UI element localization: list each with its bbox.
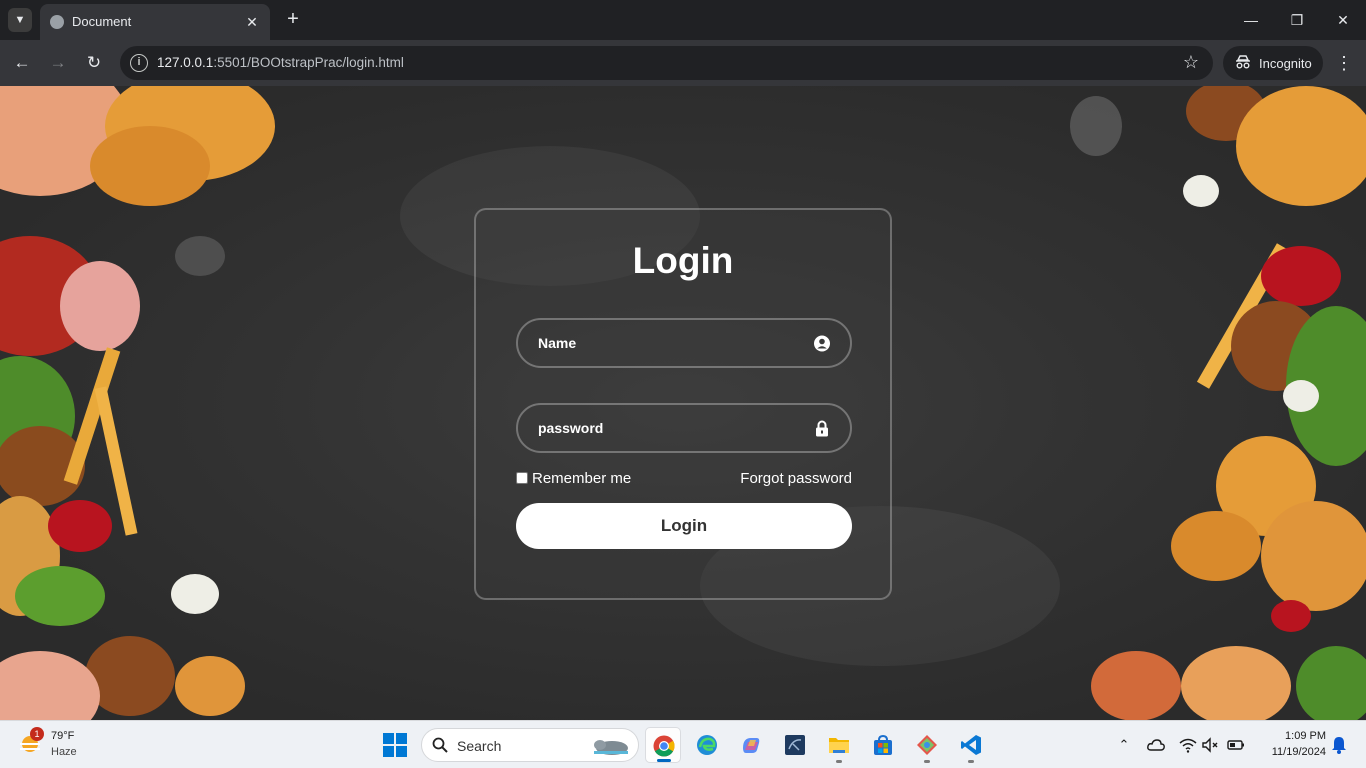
tab-document[interactable]: Document ✕ <box>40 4 270 40</box>
git-app[interactable] <box>909 727 945 763</box>
login-card: Login Name password Remember me Forgot p… <box>474 208 892 600</box>
name-input[interactable]: Name <box>516 318 852 368</box>
remember-checkbox[interactable] <box>516 472 528 484</box>
url-text[interactable]: 127.0.0.1:5501/BOOtstrapPrac/login.html <box>157 55 404 70</box>
vscode-icon <box>961 735 981 755</box>
reload-icon[interactable]: ↻ <box>80 49 108 77</box>
lock-icon <box>816 420 828 437</box>
close-window-icon[interactable]: ✕ <box>1329 6 1357 34</box>
chrome-running-indicator <box>657 759 671 762</box>
remember-label: Remember me <box>532 470 632 487</box>
url-path: :5501/BOOtstrapPrac/login.html <box>213 55 404 70</box>
food-decoration-right <box>1070 86 1366 720</box>
file-explorer-icon <box>829 738 849 753</box>
search-icon <box>432 737 448 753</box>
login-title: Login <box>632 240 734 281</box>
chevron-up-icon[interactable]: ⌃ <box>1114 735 1134 755</box>
taskbar: 1 79°F Haze Search ⌃ 1:09 PM 11/19/2024 <box>0 720 1366 768</box>
vscode-app[interactable] <box>953 727 989 763</box>
git-running-indicator <box>924 760 930 763</box>
weather-desc[interactable]: Haze <box>51 746 77 758</box>
weather-badge: 1 <box>30 727 44 741</box>
remember-me[interactable]: Remember me <box>516 470 631 487</box>
wifi-icon[interactable] <box>1178 735 1198 755</box>
incognito-icon <box>1236 55 1250 69</box>
vscode-running-indicator <box>968 760 974 763</box>
cloud-icon[interactable] <box>1146 735 1166 755</box>
page-background: Login Name password Remember me Forgot p… <box>0 86 1366 720</box>
password-input[interactable]: password <box>516 403 852 453</box>
browser-toolbar: ← → ↻ i 127.0.0.1:5501/BOOtstrapPrac/log… <box>0 40 1366 86</box>
close-icon[interactable]: ✕ <box>242 12 262 32</box>
copilot-app[interactable] <box>733 727 769 763</box>
chrome-icon <box>653 735 675 757</box>
user-circle-icon <box>814 335 830 352</box>
food-decoration-left <box>0 86 275 720</box>
restore-icon[interactable]: ❐ <box>1283 6 1311 34</box>
name-placeholder: Name <box>538 335 577 351</box>
weather-temp[interactable]: 79°F <box>51 730 74 742</box>
speaker-muted-icon[interactable] <box>1200 735 1220 755</box>
tab-strip: ▼ Document ✕ + — ❐ ✕ <box>0 0 1366 40</box>
edge-app[interactable] <box>689 727 725 763</box>
search-highlight-art <box>594 740 628 755</box>
incognito-label: Incognito <box>1259 56 1312 71</box>
edge-icon <box>697 735 717 755</box>
back-icon[interactable]: ← <box>8 49 36 77</box>
menu-chevron-icon[interactable]: ▼ <box>8 8 32 32</box>
clock-date[interactable]: 11/19/2024 <box>1254 746 1326 758</box>
clock-time[interactable]: 1:09 PM <box>1262 730 1326 742</box>
kebab-icon[interactable]: ⋮ <box>1332 49 1356 77</box>
tab-title: Document <box>72 14 132 29</box>
address-bar[interactable]: i 127.0.0.1:5501/BOOtstrapPrac/login.htm… <box>120 46 1213 80</box>
windows-start-icon[interactable] <box>383 733 407 757</box>
star-icon[interactable]: ☆ <box>1183 52 1199 73</box>
copilot-icon <box>743 738 760 753</box>
url-host: 127.0.0.1 <box>157 55 214 70</box>
store-icon <box>874 734 892 755</box>
minimize-icon[interactable]: — <box>1237 6 1265 34</box>
site-info-icon[interactable]: i <box>130 54 148 72</box>
forgot-password-link[interactable]: Forgot password <box>740 470 852 487</box>
sql-app[interactable] <box>777 727 813 763</box>
login-button[interactable]: Login <box>516 503 852 549</box>
login-options: Remember me Forgot password <box>516 470 852 490</box>
store-app[interactable] <box>865 727 901 763</box>
plus-icon[interactable]: + <box>282 8 304 30</box>
globe-icon <box>50 15 64 29</box>
forward-icon[interactable]: → <box>44 49 72 77</box>
incognito-button[interactable]: Incognito <box>1223 46 1323 80</box>
sql-icon <box>785 735 805 755</box>
chrome-app[interactable] <box>645 727 681 763</box>
file-explorer-app[interactable] <box>821 727 857 763</box>
password-placeholder: password <box>538 420 604 436</box>
taskbar-search[interactable]: Search <box>421 728 639 762</box>
battery-icon[interactable] <box>1226 735 1246 755</box>
search-label: Search <box>457 738 502 754</box>
explorer-running-indicator <box>836 760 842 763</box>
git-icon <box>917 735 937 755</box>
bell-icon[interactable] <box>1330 735 1348 755</box>
